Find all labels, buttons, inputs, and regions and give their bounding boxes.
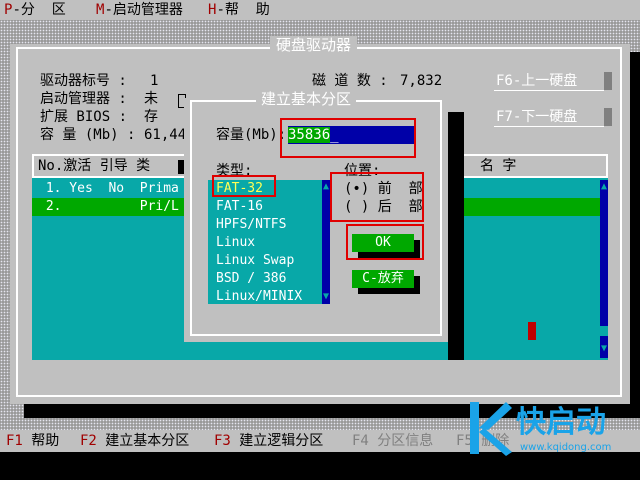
prev-disk-button-shadow — [604, 72, 612, 90]
watermark-url: www.kqidong.com — [520, 442, 612, 453]
scroll-down-icon[interactable]: ▼ — [322, 292, 330, 302]
scroll-up-icon[interactable]: ▲ — [322, 182, 330, 192]
partition-type-list[interactable]: FAT-32 FAT-16 HPFS/NTFS Linux Linux Swap… — [208, 180, 330, 304]
table-row-text: 1. Yes No Prima — [38, 181, 179, 196]
create-logical-key[interactable]: F3 建立逻辑分区 — [214, 432, 323, 450]
table-row-text: 2. Pri/L — [38, 199, 179, 214]
type-highlight — [212, 175, 276, 197]
list-item[interactable]: Linux Swap — [216, 252, 294, 270]
boot-manager-label: 启动管理器 : — [40, 91, 127, 107]
list-item[interactable]: Linux/MINIX — [216, 288, 302, 306]
menu-bar: P-分 区 M-启动管理器 H-帮 助 — [0, 0, 640, 20]
list-item[interactable]: HPFS/NTFS — [216, 216, 286, 234]
ext-bios-label: 扩展 BIOS : — [40, 109, 128, 125]
next-disk-button-shadow — [604, 108, 612, 126]
partition-info-key[interactable]: F4 分区信息 — [352, 432, 433, 450]
menu-boot-manager[interactable]: M-启动管理器 — [96, 1, 183, 19]
list-item[interactable]: FAT-16 — [216, 198, 263, 216]
create-primary-key[interactable]: F2 建立基本分区 — [80, 432, 189, 450]
ok-highlight — [346, 224, 424, 260]
header-name-column: 名 字 — [480, 158, 517, 174]
dialog-shadow — [448, 112, 464, 360]
drive-number-value: 1 — [150, 73, 159, 89]
scroll-down-icon[interactable]: ▼ — [600, 344, 608, 354]
main-window-title: 硬盘驱动器 — [270, 36, 358, 54]
tracks-label: 磁 道 数 : — [312, 73, 388, 89]
prev-disk-button[interactable]: F6-上一硬盘 — [494, 72, 604, 91]
drive-number-label: 驱动器标号 : — [40, 73, 127, 89]
dialog-shadow-corner — [448, 330, 464, 360]
boot-manager-value: 未 — [144, 91, 158, 107]
table-cursor-marker — [528, 322, 536, 340]
watermark-k-logo-icon — [466, 398, 514, 458]
ext-bios-value: 存 — [144, 109, 158, 125]
help-key[interactable]: F1 帮助 — [6, 432, 59, 450]
menu-partition[interactable]: P-分 区 — [4, 1, 66, 19]
header-columns: No.激活 引导 类 — [38, 158, 151, 174]
scroll-thumb[interactable] — [600, 326, 608, 336]
list-item[interactable]: Linux — [216, 234, 255, 252]
cancel-button[interactable]: C-放弃 — [352, 270, 414, 288]
menu-help[interactable]: H-帮 助 — [208, 1, 270, 19]
scroll-up-icon[interactable]: ▲ — [600, 182, 608, 192]
type-list-scrollbar[interactable] — [322, 180, 330, 304]
capacity-value: 61,44 — [144, 127, 187, 143]
list-item[interactable]: BSD / 386 — [216, 270, 286, 288]
dialog-capacity-label: 容量(Mb): — [216, 127, 287, 143]
capacity-label: 容 量 (Mb) : — [40, 127, 136, 143]
tracks-value: 7,832 — [400, 73, 443, 89]
next-disk-button[interactable]: F7-下一硬盘 — [494, 108, 604, 127]
capacity-highlight — [280, 118, 416, 158]
watermark-text: 快启动 — [516, 405, 606, 440]
bottom-strip — [0, 452, 640, 480]
dialog-title: 建立基本分区 — [256, 90, 357, 108]
position-highlight — [330, 172, 424, 222]
